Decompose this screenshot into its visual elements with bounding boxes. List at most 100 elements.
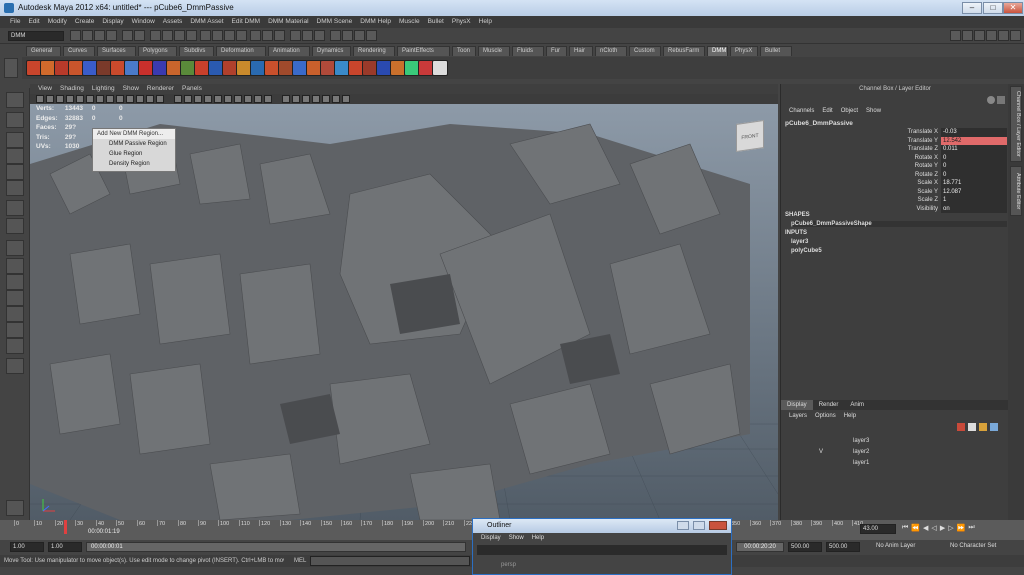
go-to-start-icon[interactable]: ⏮ — [902, 524, 908, 535]
outliner-maximize-button[interactable] — [693, 521, 705, 530]
status-tool-icon[interactable] — [224, 30, 235, 41]
channel-value[interactable]: 0 — [941, 162, 1007, 171]
shelf-tab-muscle[interactable]: Muscle — [478, 46, 510, 56]
menu-muscle[interactable]: Muscle — [395, 16, 424, 28]
layout-single-icon[interactable] — [6, 240, 24, 256]
play-forward-icon[interactable]: ▶ — [940, 524, 945, 535]
edit-menu[interactable]: Edit — [818, 106, 836, 116]
layer-name[interactable]: layer2 — [853, 448, 869, 457]
shape-node[interactable]: pCube6_DmmPassiveShape — [791, 221, 1007, 227]
status-tool-icon[interactable] — [262, 30, 273, 41]
character-set-selector[interactable]: No Character Set — [950, 543, 996, 549]
channel-value[interactable]: 0 — [941, 170, 1007, 179]
status-tool-icon[interactable] — [200, 30, 211, 41]
status-tool-icon[interactable] — [70, 30, 81, 41]
shelf-tab-subdivs[interactable]: Subdivs — [179, 46, 214, 56]
status-tool-icon[interactable] — [212, 30, 223, 41]
viewport-tool-icon[interactable] — [204, 95, 212, 103]
layout-extra2-icon[interactable] — [6, 358, 24, 374]
viewport-tool-icon[interactable] — [46, 95, 54, 103]
status-tool-icon[interactable] — [162, 30, 173, 41]
viewport-tool-icon[interactable] — [312, 95, 320, 103]
viewport-tool-icon[interactable] — [126, 95, 134, 103]
panel-toggle-icon[interactable] — [962, 30, 973, 41]
viewport-tool-icon[interactable] — [136, 95, 144, 103]
viewport-tool-icon[interactable] — [234, 95, 242, 103]
show-menu[interactable]: Show — [862, 106, 885, 116]
current-time-marker[interactable] — [64, 520, 67, 534]
layout-hypershade-icon[interactable] — [6, 322, 24, 338]
layer-visibility-toggle[interactable] — [819, 437, 831, 446]
help-menu[interactable]: Help — [840, 411, 860, 421]
status-tool-icon[interactable] — [302, 30, 313, 41]
viewport-menu-renderer[interactable]: Renderer — [143, 84, 178, 94]
menu-display[interactable]: Display — [98, 16, 127, 28]
shelf-tab-polygons[interactable]: Polygons — [138, 46, 177, 56]
viewport-tool-icon[interactable] — [322, 95, 330, 103]
viewport-tool-icon[interactable] — [86, 95, 94, 103]
status-tool-icon[interactable] — [150, 30, 161, 41]
current-frame-field[interactable]: 43.00 — [860, 524, 896, 534]
object-name[interactable]: pCube6_DmmPassive — [785, 120, 853, 127]
play-back-icon[interactable]: ◁ — [931, 524, 936, 535]
menu-create[interactable]: Create — [71, 16, 99, 28]
shelf-tab-fluids[interactable]: Fluids — [512, 46, 544, 56]
tab-channel-box-layer-editor[interactable]: Channel Box / Layer Editor — [1010, 86, 1022, 162]
layer-options-icon[interactable] — [979, 423, 987, 431]
outliner-minimize-button[interactable] — [677, 521, 689, 530]
move-tool-icon[interactable] — [6, 148, 24, 164]
shelf-tab-deformation[interactable]: Deformation — [216, 46, 266, 56]
go-to-end-icon[interactable]: ⏭ — [968, 524, 974, 535]
object-menu[interactable]: Object — [837, 106, 862, 116]
status-tool-icon[interactable] — [330, 30, 341, 41]
channel-box-toggle-icon[interactable] — [987, 96, 995, 104]
shelf-tab-physx[interactable]: PhysX — [730, 46, 758, 56]
mel-command-input[interactable] — [310, 556, 470, 566]
menu-dmm-help[interactable]: DMM Help — [356, 16, 395, 28]
menu-dmm-asset[interactable]: DMM Asset — [186, 16, 227, 28]
viewport-menu-view[interactable]: View — [34, 84, 56, 94]
shelf-tab-toon[interactable]: Toon — [452, 46, 476, 56]
rotate-tool-icon[interactable] — [6, 164, 24, 180]
close-button[interactable]: ✕ — [1003, 2, 1023, 14]
viewport-menu-lighting[interactable]: Lighting — [88, 84, 119, 94]
status-tool-icon[interactable] — [134, 30, 145, 41]
shelf-menu-icon[interactable] — [4, 58, 18, 78]
tab-anim[interactable]: Anim — [844, 400, 870, 410]
layers-menu[interactable]: Layers — [785, 411, 811, 421]
step-forward-key-icon[interactable]: ⏩ — [957, 524, 966, 535]
viewport-tool-icon[interactable] — [184, 95, 192, 103]
viewport-tool-icon[interactable] — [282, 95, 290, 103]
shelf-tab-fur[interactable]: Fur — [546, 46, 567, 56]
status-tool-icon[interactable] — [354, 30, 365, 41]
paint-select-tool-icon[interactable] — [6, 132, 24, 148]
viewport-tool-icon[interactable] — [254, 95, 262, 103]
shelf-tab-painteffects[interactable]: PaintEffects — [397, 46, 450, 56]
status-tool-icon[interactable] — [314, 30, 325, 41]
outliner-row-persp[interactable]: persp — [477, 559, 727, 571]
playback-end-field[interactable]: 500.00 — [788, 542, 822, 552]
channel-value[interactable]: 0.011 — [941, 145, 1007, 154]
view-cube[interactable]: FRONT — [736, 120, 764, 152]
channel-value[interactable]: -0.03 — [941, 128, 1007, 137]
channel-value[interactable]: on — [941, 204, 1007, 213]
step-back-icon[interactable]: ◀ — [923, 524, 928, 535]
perspective-viewport[interactable]: Verts: 13443 0 0 Edges: 32883 0 0 Faces: 29? Tris:… — [30, 104, 778, 520]
shelf-tab-animation[interactable]: Animation — [268, 46, 310, 56]
shelf-tab-rebusfarm[interactable]: RebusFarm — [663, 46, 705, 56]
outliner-menu-help[interactable]: Help — [528, 533, 548, 543]
panel-toggle-icon[interactable] — [1010, 30, 1021, 41]
channel-value[interactable]: 12.542 — [941, 136, 1007, 145]
layout-outliner-icon[interactable] — [6, 290, 24, 306]
channel-row[interactable]: Rotate Z0 — [901, 170, 1007, 179]
menu-item-density-region[interactable]: Density Region — [93, 159, 175, 169]
outliner-menu-display[interactable]: Display — [477, 533, 505, 543]
command-language-button[interactable]: MEL — [294, 555, 306, 567]
layer-row[interactable]: layer1 — [819, 459, 903, 468]
menu-modify[interactable]: Modify — [44, 16, 71, 28]
range-bar-start[interactable]: 00:00:00:01 — [86, 542, 466, 552]
minimize-button[interactable]: – — [962, 2, 982, 14]
new-layer-icon[interactable] — [957, 423, 965, 431]
layer-row[interactable]: Vlayer2 — [819, 448, 903, 457]
channel-row[interactable]: Visibility on — [901, 204, 1007, 213]
